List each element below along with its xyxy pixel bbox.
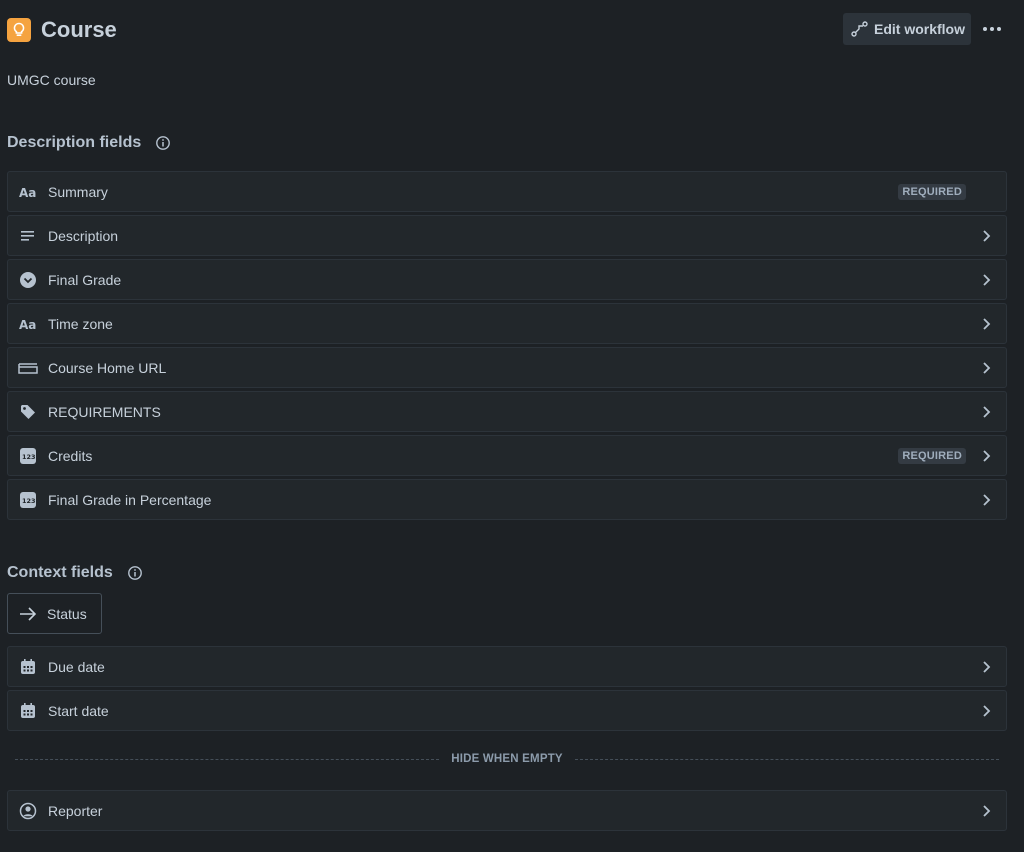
field-label: Description	[48, 227, 119, 244]
description-fields-list: Aa Summary REQUIRED Description Final Gr…	[7, 171, 1007, 523]
svg-text:Aa: Aa	[19, 318, 36, 331]
field-row-credits[interactable]: 123 Credits REQUIRED	[7, 435, 1007, 476]
svg-text:123: 123	[22, 497, 36, 505]
user-avatar-icon	[8, 802, 48, 820]
chevron-right-icon	[978, 492, 994, 508]
more-options-button[interactable]	[977, 13, 1007, 45]
svg-text:123: 123	[22, 453, 36, 461]
workflow-icon	[851, 21, 868, 37]
field-label: Start date	[48, 702, 109, 719]
context-fields-list: Due date Start date	[7, 646, 1007, 734]
context-fields-heading: Context fields	[7, 564, 143, 582]
required-badge: REQUIRED	[898, 183, 966, 200]
chevron-right-icon	[978, 316, 994, 332]
svg-text:Aa: Aa	[19, 186, 36, 199]
chevron-right-icon	[978, 360, 994, 376]
field-row-due-date[interactable]: Due date	[7, 646, 1007, 687]
select-dropdown-icon	[8, 271, 48, 289]
field-label: Reporter	[48, 802, 103, 819]
divider-line	[574, 758, 999, 760]
field-label: REQUIREMENTS	[48, 403, 161, 420]
info-icon[interactable]	[155, 135, 171, 151]
header: Course Edit workflow	[7, 13, 1007, 49]
title-wrap: Course	[7, 17, 117, 43]
hidden-fields-list: Reporter	[7, 790, 1007, 834]
number-icon: 123	[8, 447, 48, 464]
field-row-description[interactable]: Description	[7, 215, 1007, 256]
field-row-final-grade[interactable]: Final Grade	[7, 259, 1007, 300]
field-row-reporter[interactable]: Reporter	[7, 790, 1007, 831]
lightbulb-icon	[7, 18, 31, 42]
field-label: Final Grade in Percentage	[48, 491, 212, 508]
description-fields-title: Description fields	[7, 134, 142, 151]
calendar-icon	[8, 702, 48, 719]
chevron-right-icon	[978, 703, 994, 719]
field-row-start-date[interactable]: Start date	[7, 690, 1007, 731]
chevron-right-icon	[978, 228, 994, 244]
field-label: Final Grade	[48, 271, 122, 288]
field-row-course-home-url[interactable]: Course Home URL	[7, 347, 1007, 388]
chevron-right-icon	[978, 803, 994, 819]
chevron-right-icon	[978, 404, 994, 420]
edit-workflow-label: Edit workflow	[874, 21, 965, 37]
field-label: Credits	[48, 447, 93, 464]
info-icon[interactable]	[127, 565, 143, 581]
paragraph-icon	[8, 230, 48, 242]
tag-icon	[8, 404, 48, 420]
description-fields-heading: Description fields	[7, 134, 171, 152]
more-dot	[997, 27, 1001, 31]
context-fields-title: Context fields	[7, 564, 113, 581]
chevron-right-icon	[978, 272, 994, 288]
url-field-icon	[8, 362, 48, 374]
field-row-summary[interactable]: Aa Summary REQUIRED	[7, 171, 1007, 212]
field-row-requirements[interactable]: REQUIREMENTS	[7, 391, 1007, 432]
text-icon: Aa	[8, 185, 48, 199]
edit-workflow-button[interactable]: Edit workflow	[843, 13, 971, 45]
arrow-right-icon	[20, 606, 37, 621]
field-label: Time zone	[48, 315, 113, 332]
status-field[interactable]: Status	[7, 593, 102, 634]
field-label: Course Home URL	[48, 359, 167, 376]
required-badge: REQUIRED	[898, 447, 966, 464]
divider-line	[15, 758, 440, 760]
field-label: Summary	[48, 183, 108, 200]
page: Course Edit workflow UMGC course Descrip…	[0, 0, 1024, 852]
more-dot	[990, 27, 994, 31]
field-row-final-grade-percentage[interactable]: 123 Final Grade in Percentage	[7, 479, 1007, 520]
issue-type-description: UMGC course	[7, 72, 96, 88]
field-label: Due date	[48, 658, 105, 675]
hide-when-empty-divider: HIDE WHEN EMPTY	[15, 751, 999, 767]
chevron-right-icon	[978, 448, 994, 464]
hide-when-empty-label: HIDE WHEN EMPTY	[451, 753, 563, 765]
number-icon: 123	[8, 491, 48, 508]
calendar-icon	[8, 658, 48, 675]
field-row-time-zone[interactable]: Aa Time zone	[7, 303, 1007, 344]
text-icon: Aa	[8, 317, 48, 331]
status-label: Status	[47, 605, 87, 622]
page-title: Course	[41, 17, 117, 42]
more-horizontal-icon	[983, 27, 987, 31]
chevron-right-icon	[978, 659, 994, 675]
